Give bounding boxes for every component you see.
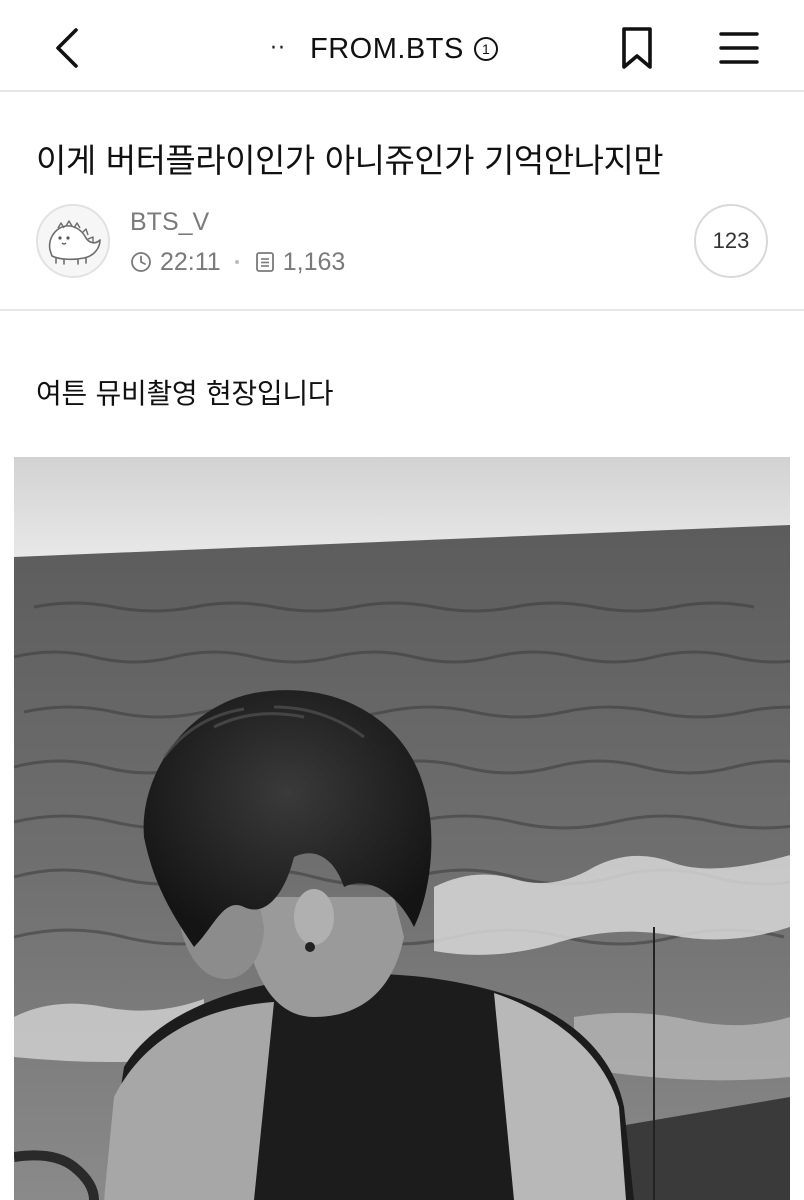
author-avatar[interactable]: [36, 204, 110, 278]
menu-button[interactable]: [704, 18, 774, 78]
bookmark-icon: [622, 27, 652, 69]
post-body-text: 여튼 뮤비촬영 현장입니다: [36, 377, 334, 410]
post-time: 22:11: [160, 247, 221, 276]
post-views: 1,163: [282, 247, 346, 276]
photo-image: [14, 457, 790, 1200]
author-name[interactable]: BTS_V: [130, 208, 209, 237]
meta-separator: [234, 260, 239, 264]
chevron-left-icon: [56, 28, 78, 68]
nav-dots: ··: [270, 36, 286, 61]
back-button[interactable]: [36, 20, 100, 76]
hamburger-menu-icon: [719, 32, 759, 64]
views-icon: [255, 251, 275, 273]
top-nav-bar: ·· FROM.BTS 1: [0, 0, 804, 92]
bookmark-button[interactable]: [602, 18, 672, 78]
post-title: 이게 버터플라이인가 아니쥬인가 기억안나지만: [36, 141, 664, 180]
post-meta: 22:11 1,163: [130, 246, 345, 278]
board-badge: 1: [473, 37, 498, 61]
clock-icon: [130, 251, 152, 273]
header-divider: [0, 309, 804, 311]
post-photo[interactable]: [14, 457, 790, 1200]
comment-count-button[interactable]: 123: [694, 204, 768, 278]
post-page: ·· FROM.BTS 1 이게 버터플라이인가 아니쥬인가 기억안나지만 BT…: [0, 0, 804, 1200]
dinosaur-avatar-icon: [48, 220, 101, 265]
board-title-button[interactable]: ·· FROM.BTS 1: [270, 26, 498, 72]
board-title: FROM.BTS: [310, 32, 464, 65]
